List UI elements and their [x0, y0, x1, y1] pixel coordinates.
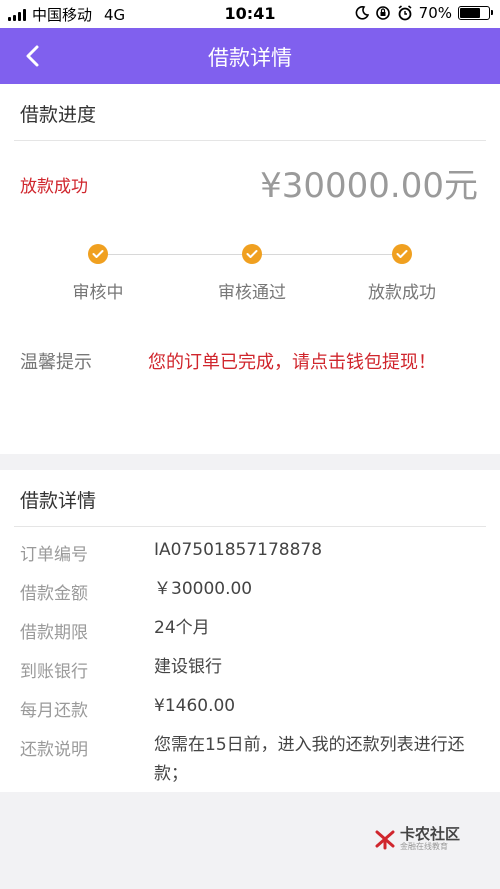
nav-bar: 借款详情: [0, 28, 500, 84]
check-icon: [88, 244, 108, 264]
loan-progress-card: 借款进度 放款成功 ¥30000.00元 审核中 审核通过 放款成功 温馨提示 …: [0, 84, 500, 454]
status-bar: 中国移动 4G 10:41 70%: [0, 0, 500, 28]
progress-step: 审核中: [18, 244, 178, 303]
detail-key: 到账银行: [20, 662, 88, 682]
progress-step: 审核通过: [172, 244, 332, 303]
tip-label: 温馨提示: [20, 352, 92, 373]
divider: [14, 526, 486, 527]
detail-key: 借款金额: [20, 584, 88, 604]
watermark: 卡农社区 金融在线教育: [374, 826, 460, 851]
divider: [14, 140, 486, 141]
detail-value: 您需在15日前，进入我的还款列表进行还款；: [154, 735, 465, 784]
battery-icon: [458, 6, 493, 20]
detail-value: IA07501857178878: [154, 540, 323, 560]
loan-details-card: 借款详情 订单编号 IA07501857178878 借款金额 ￥30000.0…: [0, 470, 500, 792]
section-title-details: 借款详情: [20, 490, 97, 512]
loan-status: 放款成功: [20, 177, 88, 197]
detail-value: 24个月: [154, 618, 210, 638]
detail-value: 建设银行: [154, 657, 222, 677]
check-icon: [392, 244, 412, 264]
watermark-name: 卡农社区: [399, 825, 460, 843]
step-label: 审核通过: [218, 283, 286, 303]
loan-amount: ¥30000.00元: [260, 166, 478, 206]
detail-key: 订单编号: [20, 545, 88, 565]
battery-percent: 70%: [418, 4, 452, 22]
check-icon: [242, 244, 262, 264]
tip-message[interactable]: 您的订单已完成，请点击钱包提现！: [148, 348, 436, 374]
moon-icon: [355, 6, 369, 20]
step-label: 放款成功: [368, 283, 436, 303]
kanong-logo-icon: [375, 830, 395, 850]
step-label: 审核中: [72, 283, 124, 303]
section-title-progress: 借款进度: [20, 104, 97, 126]
rotation-lock-icon: [375, 6, 390, 20]
detail-value: ￥30000.00: [154, 579, 253, 599]
detail-key: 每月还款: [20, 701, 88, 721]
alarm-icon: [398, 5, 412, 21]
detail-key: 借款期限: [20, 623, 88, 643]
detail-value: ¥1460.00: [154, 696, 236, 716]
page-title: 借款详情: [208, 46, 292, 70]
progress-step: 放款成功: [322, 244, 482, 303]
detail-key: 还款说明: [20, 740, 88, 760]
watermark-sub: 金融在线教育: [399, 841, 448, 851]
